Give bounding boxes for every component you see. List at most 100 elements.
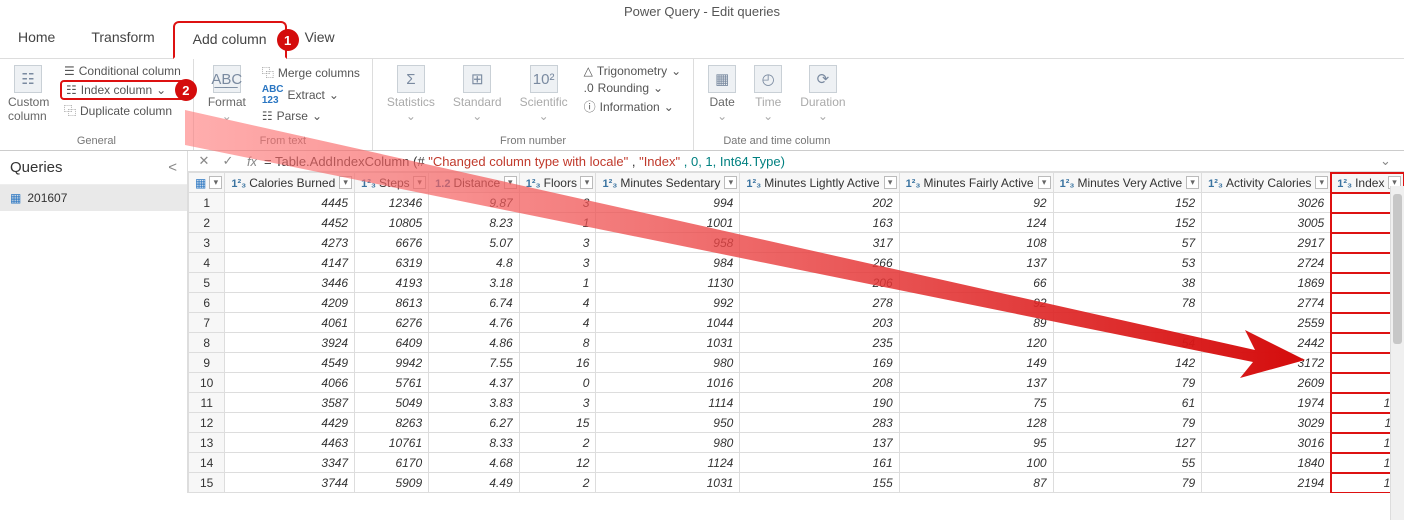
cell[interactable]: 3744 <box>225 473 355 493</box>
table-row[interactable]: 3427366765.0739583171085729172 <box>189 233 1404 253</box>
tab-add-column[interactable]: Add column 1 <box>173 21 287 59</box>
cell[interactable]: 5909 <box>355 473 429 493</box>
cell[interactable]: 950 <box>596 413 740 433</box>
cell[interactable]: 3 <box>519 393 596 413</box>
cell[interactable]: 128 <box>899 413 1053 433</box>
cell[interactable]: 317 <box>740 233 899 253</box>
cell[interactable]: 5049 <box>355 393 429 413</box>
cell[interactable]: 92 <box>899 293 1053 313</box>
table-row[interactable]: 6420986136.744992278927827745 <box>189 293 1404 313</box>
row-number[interactable]: 11 <box>189 393 225 413</box>
cell[interactable]: 3172 <box>1202 353 1331 373</box>
cell[interactable]: 55 <box>1053 453 1202 473</box>
duplicate-column-button[interactable]: ⿻ Duplicate column <box>60 101 185 120</box>
cell[interactable]: 3029 <box>1202 413 1331 433</box>
cell[interactable]: 4452 <box>225 213 355 233</box>
cell[interactable]: 4 <box>519 293 596 313</box>
filter-dropdown-icon[interactable]: ▾ <box>724 176 737 189</box>
cell[interactable]: 38 <box>1053 273 1202 293</box>
cell[interactable]: 1869 <box>1202 273 1331 293</box>
cell[interactable]: 6319 <box>355 253 429 273</box>
date-button[interactable]: ▦Date⌄ <box>702 63 742 125</box>
cell[interactable]: 984 <box>596 253 740 273</box>
cell[interactable]: 8.33 <box>429 433 520 453</box>
row-number[interactable]: 15 <box>189 473 225 493</box>
cell[interactable]: 2 <box>519 473 596 493</box>
cell[interactable]: 2724 <box>1202 253 1331 273</box>
column-header[interactable]: 1.2Distance▾ <box>429 173 520 193</box>
cell[interactable]: 5761 <box>355 373 429 393</box>
row-number[interactable]: 6 <box>189 293 225 313</box>
cell[interactable]: 4445 <box>225 193 355 213</box>
cell[interactable]: 2559 <box>1202 313 1331 333</box>
cell[interactable]: 4273 <box>225 233 355 253</box>
cell[interactable]: 137 <box>899 373 1053 393</box>
row-number[interactable]: 4 <box>189 253 225 273</box>
cell[interactable]: 2609 <box>1202 373 1331 393</box>
cell[interactable]: 9.87 <box>429 193 520 213</box>
row-number[interactable]: 1 <box>189 193 225 213</box>
column-header[interactable]: 1²₃Activity Calories▾ <box>1202 173 1331 193</box>
parse-button[interactable]: ☷ Parse ⌄ <box>258 108 364 124</box>
filter-dropdown-icon[interactable]: ▾ <box>1186 176 1199 189</box>
cell[interactable]: 108 <box>899 233 1053 253</box>
cell[interactable]: 4.49 <box>429 473 520 493</box>
cell[interactable]: 57 <box>1053 233 1202 253</box>
cell[interactable]: 8.23 <box>429 213 520 233</box>
cell[interactable]: 53 <box>1053 253 1202 273</box>
cell[interactable]: 87 <box>899 473 1053 493</box>
cell[interactable]: 120 <box>899 333 1053 353</box>
cell[interactable]: 958 <box>596 233 740 253</box>
cell[interactable]: 75 <box>899 393 1053 413</box>
cell[interactable]: 2442 <box>1202 333 1331 353</box>
cell[interactable]: 1044 <box>596 313 740 333</box>
cell[interactable]: 152 <box>1053 213 1202 233</box>
trigonometry-button[interactable]: △Trigonometry⌄ <box>580 63 686 79</box>
table-row[interactable]: 134463107618.33298013795127301612 <box>189 433 1404 453</box>
row-number[interactable]: 10 <box>189 373 225 393</box>
cell[interactable]: 1 <box>519 213 596 233</box>
cell[interactable]: 6676 <box>355 233 429 253</box>
cell[interactable]: 1 <box>519 273 596 293</box>
table-row[interactable]: 11358750493.83311141907561197410 <box>189 393 1404 413</box>
column-header[interactable]: 1²₃Floors▾ <box>519 173 596 193</box>
cell[interactable]: 15 <box>519 413 596 433</box>
cell[interactable]: 79 <box>1053 413 1202 433</box>
cell[interactable]: 8 <box>519 333 596 353</box>
cell[interactable]: 4209 <box>225 293 355 313</box>
row-number[interactable]: 2 <box>189 213 225 233</box>
cell[interactable]: 1031 <box>596 473 740 493</box>
scrollbar-thumb[interactable] <box>1393 194 1402 344</box>
column-header[interactable]: 1²₃Minutes Fairly Active▾ <box>899 173 1053 193</box>
cell[interactable]: 137 <box>740 433 899 453</box>
cell[interactable]: 142 <box>1053 353 1202 373</box>
cell[interactable]: 190 <box>740 393 899 413</box>
query-item[interactable]: ▦ 201607 <box>0 185 187 211</box>
cell[interactable]: 980 <box>596 433 740 453</box>
scientific-button[interactable]: 10²Scientific⌄ <box>514 63 574 125</box>
cell[interactable]: 7.55 <box>429 353 520 373</box>
cell[interactable]: 3.18 <box>429 273 520 293</box>
cell[interactable]: 169 <box>740 353 899 373</box>
cell[interactable]: 152 <box>1053 193 1202 213</box>
rounding-button[interactable]: .0Rounding⌄ <box>580 80 686 96</box>
cell[interactable]: 1124 <box>596 453 740 473</box>
cell[interactable]: 3347 <box>225 453 355 473</box>
table-row[interactable]: 8392464094.86810312351205424427 <box>189 333 1404 353</box>
table-row[interactable]: 24452108058.231100116312415230051 <box>189 213 1404 233</box>
table-corner[interactable]: ▦▾ <box>189 173 225 193</box>
index-column-button[interactable]: ☷ Index column ⌄ 2 <box>60 80 185 100</box>
cell[interactable]: 16 <box>519 353 596 373</box>
cell[interactable]: 79 <box>1053 473 1202 493</box>
cell[interactable]: 4463 <box>225 433 355 453</box>
cell[interactable]: 1001 <box>596 213 740 233</box>
tab-transform[interactable]: Transform <box>73 21 172 58</box>
column-header[interactable]: 1²₃Steps▾ <box>355 173 429 193</box>
filter-dropdown-icon[interactable]: ▾ <box>1038 176 1051 189</box>
table-row[interactable]: 14334761704.6812112416110055184013 <box>189 453 1404 473</box>
row-number[interactable]: 7 <box>189 313 225 333</box>
cell[interactable]: 12 <box>519 453 596 473</box>
cell[interactable]: 10761 <box>355 433 429 453</box>
cell[interactable]: 8263 <box>355 413 429 433</box>
table-row[interactable]: 5344641933.1811130206663818694 <box>189 273 1404 293</box>
